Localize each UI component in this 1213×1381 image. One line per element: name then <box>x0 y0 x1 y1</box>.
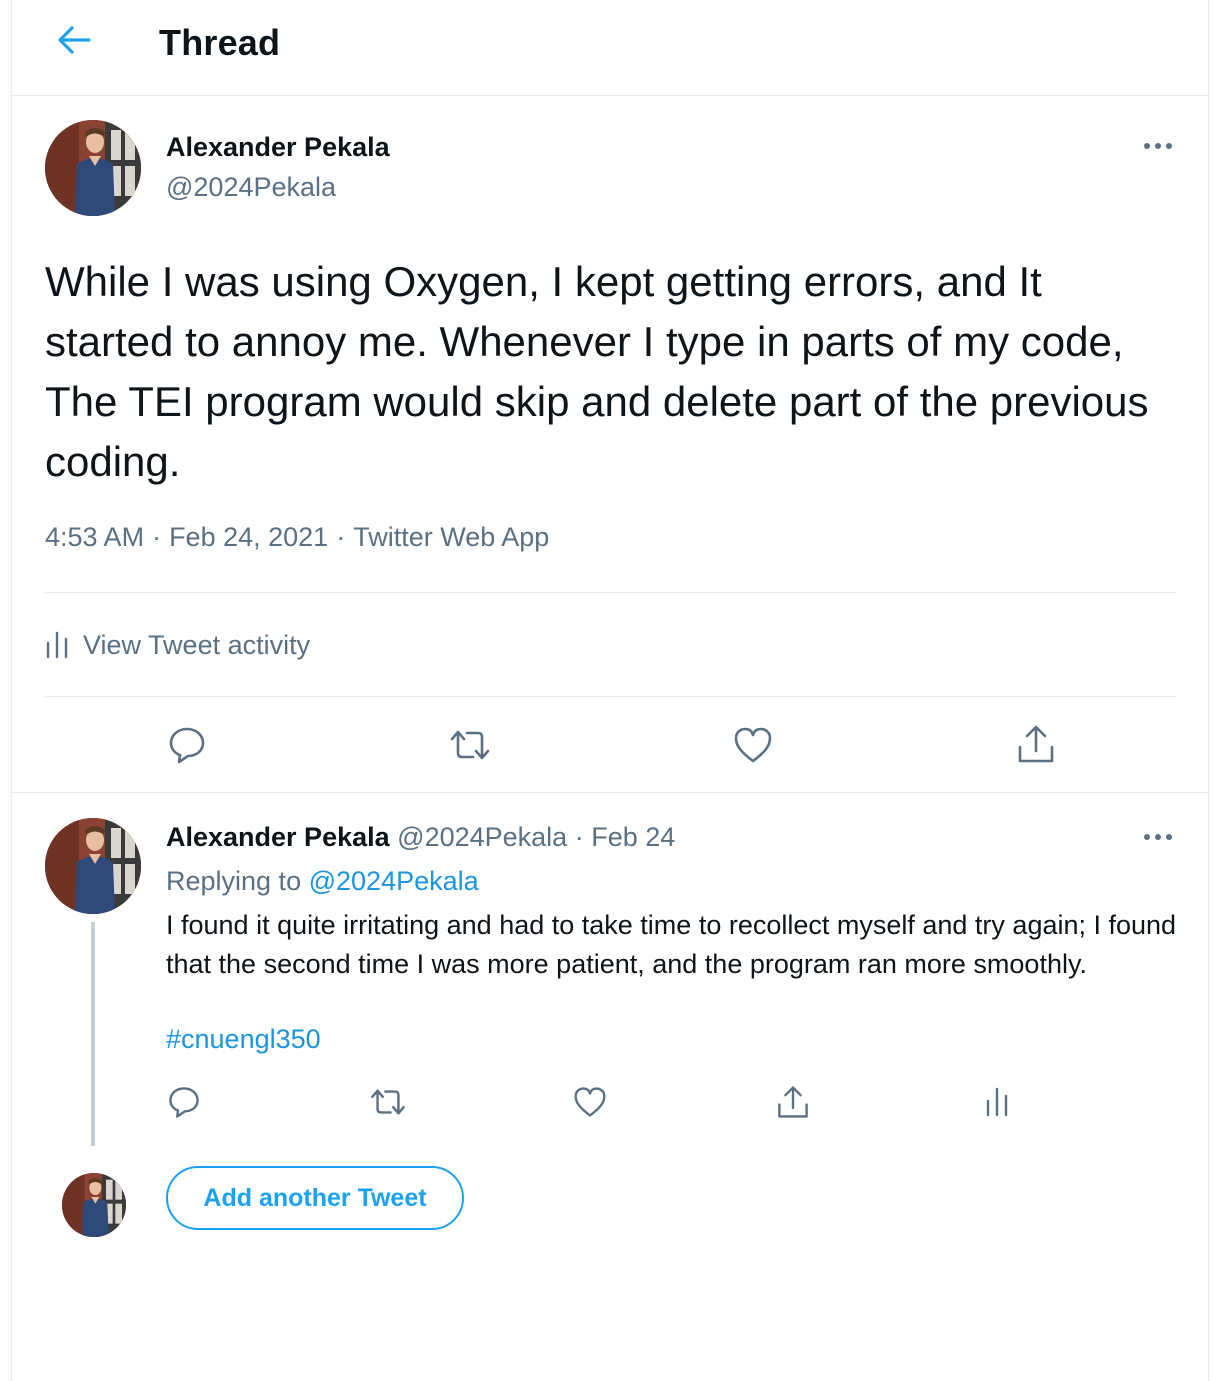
avatar[interactable] <box>45 120 141 216</box>
bar-chart-icon <box>985 1087 1009 1122</box>
meta-separator: · <box>152 522 162 552</box>
tweet-time[interactable]: 4:53 AM <box>45 522 144 552</box>
heart-icon <box>573 1086 607 1123</box>
like-button[interactable] <box>568 1082 612 1126</box>
share-button[interactable] <box>1011 720 1061 772</box>
divider <box>45 696 1177 697</box>
author-name[interactable]: Alexander Pekala <box>166 822 390 852</box>
thread-header: Thread <box>12 0 1208 96</box>
activity-label: View Tweet activity <box>83 629 311 660</box>
view-tweet-activity-link[interactable]: View Tweet activity <box>45 620 310 670</box>
retweet-icon <box>447 727 493 768</box>
tweet-analytics-button[interactable] <box>975 1082 1019 1126</box>
divider <box>45 592 1177 593</box>
avatar[interactable] <box>45 818 141 914</box>
more-horizontal-icon <box>1143 828 1173 846</box>
reply-button[interactable] <box>162 722 212 772</box>
share-button[interactable] <box>771 1082 815 1126</box>
avatar <box>62 1173 126 1237</box>
retweet-icon <box>368 1086 408 1123</box>
hashtag-link[interactable]: #cnuengl350 <box>166 1024 321 1055</box>
tweet-date[interactable]: Feb 24, 2021 <box>169 522 328 552</box>
author-handle[interactable]: @2024Pekala <box>397 822 567 852</box>
author-handle[interactable]: @2024Pekala <box>166 172 336 203</box>
comment-bubble-icon <box>167 725 207 770</box>
more-horizontal-icon <box>1143 137 1173 155</box>
tweet-text: While I was using Oxygen, I kept getting… <box>45 258 1149 485</box>
back-button[interactable] <box>48 20 100 64</box>
page-title: Thread <box>159 22 281 63</box>
tweet-separator <box>12 792 1208 793</box>
retweet-button[interactable] <box>366 1082 410 1126</box>
tweet-source[interactable]: Twitter Web App <box>353 522 549 552</box>
like-button[interactable] <box>728 722 778 772</box>
replying-prefix: Replying to <box>166 866 302 896</box>
more-options-button[interactable] <box>1136 131 1180 161</box>
replying-to: Replying to @2024Pekala <box>166 866 479 897</box>
meta-separator: · <box>574 822 584 852</box>
tweet-date[interactable]: Feb 24 <box>591 822 675 852</box>
reply-button[interactable] <box>162 1082 206 1126</box>
share-upload-icon <box>1016 723 1056 770</box>
retweet-button[interactable] <box>444 722 496 772</box>
thread-panel: Thread Alexander Pekala @2024Pekala Whil… <box>11 0 1209 1381</box>
tweet-text: I found it quite irritating and had to t… <box>166 910 1177 979</box>
share-upload-icon <box>776 1084 810 1125</box>
author-name[interactable]: Alexander Pekala <box>166 132 390 163</box>
bar-chart-icon <box>45 631 69 659</box>
heart-icon <box>733 726 773 769</box>
comment-bubble-icon <box>167 1085 201 1124</box>
thread-connector-line <box>91 922 95 1146</box>
more-options-button[interactable] <box>1136 822 1180 852</box>
reply-header: Alexander Pekala @2024Pekala · Feb 24 <box>166 822 675 853</box>
add-another-tweet-button[interactable]: Add another Tweet <box>166 1166 464 1230</box>
tweet-meta: 4:53 AM · Feb 24, 2021 · Twitter Web App <box>45 522 549 553</box>
arrow-left-icon <box>57 25 91 60</box>
replying-to-handle-link[interactable]: @2024Pekala <box>309 866 479 896</box>
meta-separator: · <box>336 522 346 552</box>
